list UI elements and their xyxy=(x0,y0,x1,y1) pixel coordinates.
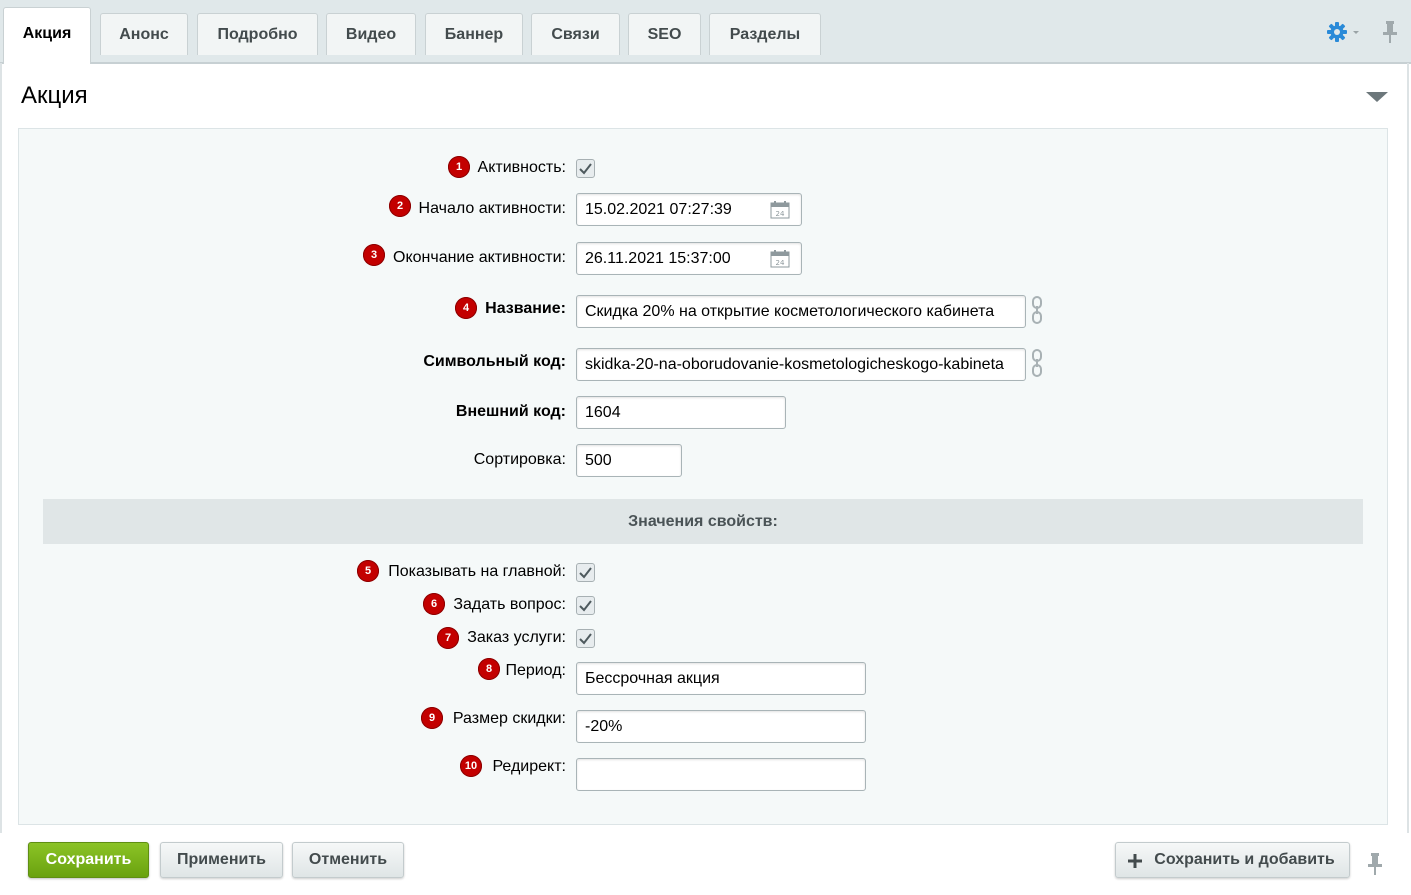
number-badge: 6 xyxy=(423,593,445,615)
code-label: Символьный код: xyxy=(423,353,566,370)
properties-header: Значения свойств: xyxy=(43,499,1363,544)
link-chain-icon[interactable] xyxy=(1030,296,1044,324)
number-badge: 5 xyxy=(357,560,379,582)
save-button[interactable]: Сохранить xyxy=(28,842,149,878)
discount-input[interactable]: -20% xyxy=(576,710,866,743)
cancel-button[interactable]: Отменить xyxy=(292,842,404,878)
pin-icon[interactable] xyxy=(1381,20,1399,44)
name-input[interactable]: Скидка 20% на открытие косметологическог… xyxy=(576,295,1026,328)
number-badge: 4 xyxy=(455,297,477,319)
active-label: Активность: xyxy=(477,159,566,176)
number-badge: 10 xyxy=(460,755,482,777)
page-title: Акция xyxy=(21,82,88,109)
link-chain-icon[interactable] xyxy=(1030,349,1044,377)
number-badge: 2 xyxy=(389,195,411,217)
tab-podrobno[interactable]: Подробно xyxy=(197,13,318,55)
gear-icon[interactable] xyxy=(1326,21,1360,43)
end-date-input[interactable]: 26.11.2021 15:37:00 xyxy=(576,242,802,275)
order-service-checkbox[interactable] xyxy=(576,629,595,648)
number-badge: 7 xyxy=(437,627,459,649)
ask-question-label: Задать вопрос: xyxy=(453,596,566,613)
number-badge: 9 xyxy=(421,707,443,729)
tab-banner[interactable]: Баннер xyxy=(425,13,523,55)
calendar-icon[interactable]: 24 xyxy=(770,201,790,219)
period-label: Период: xyxy=(505,662,566,679)
save-and-add-label: Сохранить и добавить xyxy=(1154,851,1335,868)
ask-question-checkbox[interactable] xyxy=(576,596,595,615)
code-input[interactable]: skidka-20-na-oborudovanie-kosmetologiche… xyxy=(576,348,1026,381)
tab-akciya[interactable]: Акция xyxy=(3,7,91,64)
svg-text:24: 24 xyxy=(776,210,785,218)
name-label: Название: xyxy=(485,300,566,317)
apply-button[interactable]: Применить xyxy=(160,842,283,878)
external-code-input[interactable]: 1604 xyxy=(576,396,786,429)
calendar-icon[interactable]: 24 xyxy=(770,250,790,268)
sort-input[interactable]: 500 xyxy=(576,444,682,477)
tab-anons[interactable]: Анонс xyxy=(100,13,188,55)
svg-text:24: 24 xyxy=(776,259,785,267)
active-checkbox[interactable] xyxy=(576,159,595,178)
order-service-label: Заказ услуги: xyxy=(467,629,566,646)
number-badge: 1 xyxy=(448,156,470,178)
redirect-input[interactable] xyxy=(576,758,866,791)
redirect-label: Редирект: xyxy=(492,758,566,775)
start-date-label: Начало активности: xyxy=(418,200,566,217)
plus-icon xyxy=(1128,854,1142,868)
number-badge: 3 xyxy=(363,244,385,266)
show-main-checkbox[interactable] xyxy=(576,563,595,582)
tab-bar: Акция Анонс Подробно Видео Баннер Связи … xyxy=(0,0,1411,64)
collapse-arrow-icon[interactable] xyxy=(1365,90,1389,104)
tab-video[interactable]: Видео xyxy=(326,13,416,55)
external-code-label: Внешний код: xyxy=(455,403,566,420)
show-main-label: Показывать на главной: xyxy=(388,563,566,580)
tab-razdely[interactable]: Разделы xyxy=(709,13,821,55)
sort-label: Сортировка: xyxy=(473,451,566,468)
discount-label: Размер скидки: xyxy=(452,710,566,727)
period-input[interactable]: Бессрочная акция xyxy=(576,662,866,695)
tab-svyazi[interactable]: Связи xyxy=(531,13,620,55)
end-date-label: Окончание активности: xyxy=(393,249,566,266)
pin-icon[interactable] xyxy=(1366,852,1384,876)
save-and-add-button[interactable]: Сохранить и добавить xyxy=(1115,842,1350,878)
start-date-input[interactable]: 15.02.2021 07:27:39 xyxy=(576,193,802,226)
tab-seo[interactable]: SEO xyxy=(628,13,701,55)
number-badge: 8 xyxy=(478,658,500,680)
